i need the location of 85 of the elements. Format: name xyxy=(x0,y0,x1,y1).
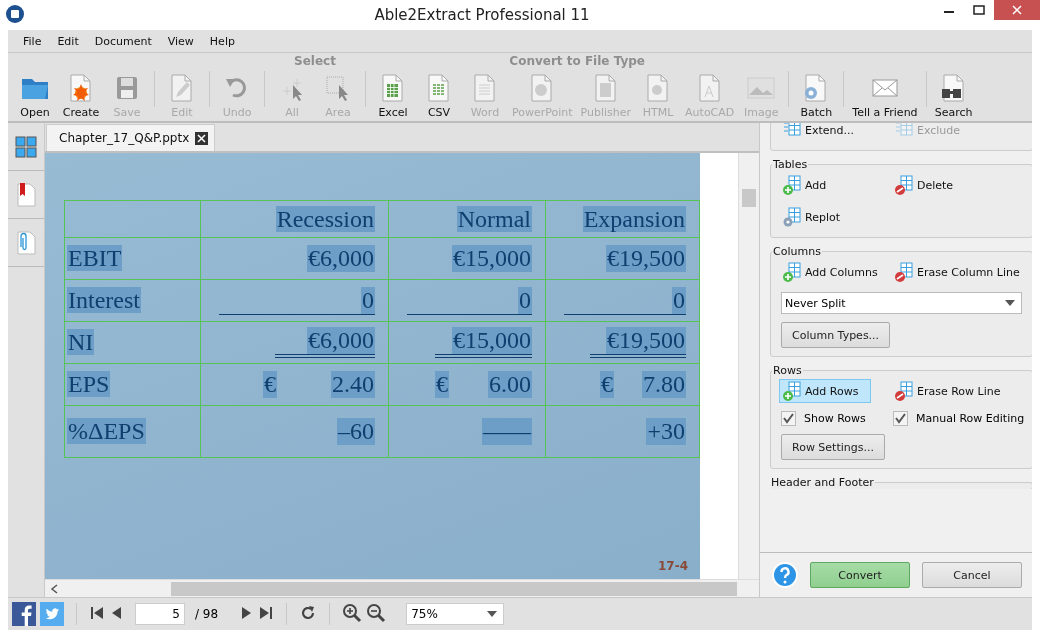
close-icon[interactable] xyxy=(195,131,209,145)
bird-icon xyxy=(40,602,64,626)
menu-item[interactable]: Help xyxy=(201,34,243,48)
group-heading: Select xyxy=(294,53,336,69)
table-gear-icon xyxy=(782,207,802,227)
bookmark-icon xyxy=(16,182,36,207)
facebook-icon xyxy=(12,602,36,626)
cell-text: €6,000 xyxy=(307,327,375,354)
cell-text: €6,000 xyxy=(307,245,375,272)
row-label: NI xyxy=(67,329,95,355)
cell-text: 7.80 xyxy=(642,371,686,398)
column-header: Recession xyxy=(275,205,375,232)
menu-item[interactable]: File xyxy=(15,34,50,48)
toolbar-button[interactable]: Open xyxy=(12,69,58,119)
cell-text: 0 xyxy=(672,286,686,314)
panel-action[interactable]: Add Rows xyxy=(779,379,871,403)
toolbar-button[interactable]: Batch xyxy=(793,69,840,119)
cell-text: 0 xyxy=(518,286,532,314)
slide-number: 17-4 xyxy=(657,559,688,573)
menu-item[interactable]: Document xyxy=(86,34,160,48)
currency-symbol: € xyxy=(600,371,614,398)
erase-column-icon xyxy=(894,262,914,282)
panel-action[interactable]: Delete xyxy=(891,173,957,197)
section-title: Columns xyxy=(772,245,822,258)
panel-action[interactable]: Erase Column Line xyxy=(891,260,1023,284)
panel-action[interactable]: Add Columns xyxy=(779,260,881,284)
menu-item[interactable]: Edit xyxy=(49,34,87,48)
checkbox-option[interactable]: Manual Row Editing xyxy=(893,411,1025,426)
dialog-button[interactable]: Convert xyxy=(810,562,910,588)
cell-text: +30 xyxy=(646,418,686,445)
row-label: EBIT xyxy=(67,245,123,271)
checkbox[interactable] xyxy=(893,411,908,426)
cell-text: —— xyxy=(482,418,532,445)
cell-text: €19,500 xyxy=(606,245,686,272)
panel-action[interactable]: Extend... xyxy=(779,123,857,142)
horizontal-scrollbar[interactable] xyxy=(45,579,759,597)
zoom-dropdown[interactable]: 75% xyxy=(406,603,505,625)
cell-text: €19,500 xyxy=(606,327,686,354)
toolbar-button[interactable]: Search xyxy=(930,69,977,119)
row-label: Interest xyxy=(67,287,141,313)
section-title: Rows xyxy=(772,364,803,377)
settings-button[interactable]: Column Types... xyxy=(781,322,891,348)
column-header: Normal xyxy=(456,205,532,232)
dialog-button[interactable]: Cancel xyxy=(922,562,1022,588)
toolbar-button[interactable]: CSV xyxy=(416,69,462,119)
dropdown-caret-icon[interactable] xyxy=(1005,300,1016,306)
dropdown-caret-icon[interactable] xyxy=(487,611,498,617)
toolbar-button[interactable]: Tell a Friend xyxy=(848,69,922,119)
window-title: Able2Extract Professional 11 xyxy=(373,6,591,24)
help-icon[interactable] xyxy=(772,562,798,588)
row-label: %ΔEPS xyxy=(67,418,146,444)
attachment-icon xyxy=(16,230,36,255)
thumbnails-icon xyxy=(15,135,37,158)
toolbar-button[interactable]: Excel xyxy=(370,69,416,119)
panel-action[interactable]: Add xyxy=(779,173,830,197)
add-rows-icon xyxy=(782,381,802,401)
checkbox[interactable] xyxy=(781,411,796,426)
vertical-scrollbar[interactable] xyxy=(738,153,759,579)
delete-table-icon xyxy=(894,175,914,195)
settings-button[interactable]: Row Settings... xyxy=(781,434,885,460)
add-table-icon xyxy=(782,175,802,195)
panel-action[interactable]: Replot xyxy=(779,205,843,229)
group-heading: Convert to File Type xyxy=(509,53,645,69)
section-title: Tables xyxy=(772,158,809,171)
page-count: / 98 xyxy=(195,607,219,621)
row-label: EPS xyxy=(67,371,111,397)
add-columns-icon xyxy=(782,262,802,282)
page-number-field[interactable]: 5 xyxy=(135,603,185,625)
currency-symbol: € xyxy=(435,371,449,398)
currency-symbol: € xyxy=(263,371,277,398)
document-tab[interactable]: Chapter_17_Q&P.pptx xyxy=(46,124,216,151)
panel-action[interactable]: Erase Row Line xyxy=(891,379,1004,403)
column-header: Expansion xyxy=(582,205,686,232)
cell-text: –60 xyxy=(337,418,375,445)
cell-text: €15,000 xyxy=(452,245,532,272)
split-dropdown[interactable]: Never Split xyxy=(781,292,1023,314)
toolbar-button[interactable]: Create xyxy=(58,69,104,119)
erase-row-icon xyxy=(894,381,914,401)
cell-text: €15,000 xyxy=(452,327,532,354)
checkbox-option[interactable]: Show Rows xyxy=(781,411,893,426)
menu-item[interactable]: View xyxy=(159,34,202,48)
section-title: Header and Footer xyxy=(770,476,875,489)
cell-text: 6.00 xyxy=(488,371,532,398)
cell-text: 2.40 xyxy=(331,371,375,398)
cell-text: 0 xyxy=(361,286,375,314)
